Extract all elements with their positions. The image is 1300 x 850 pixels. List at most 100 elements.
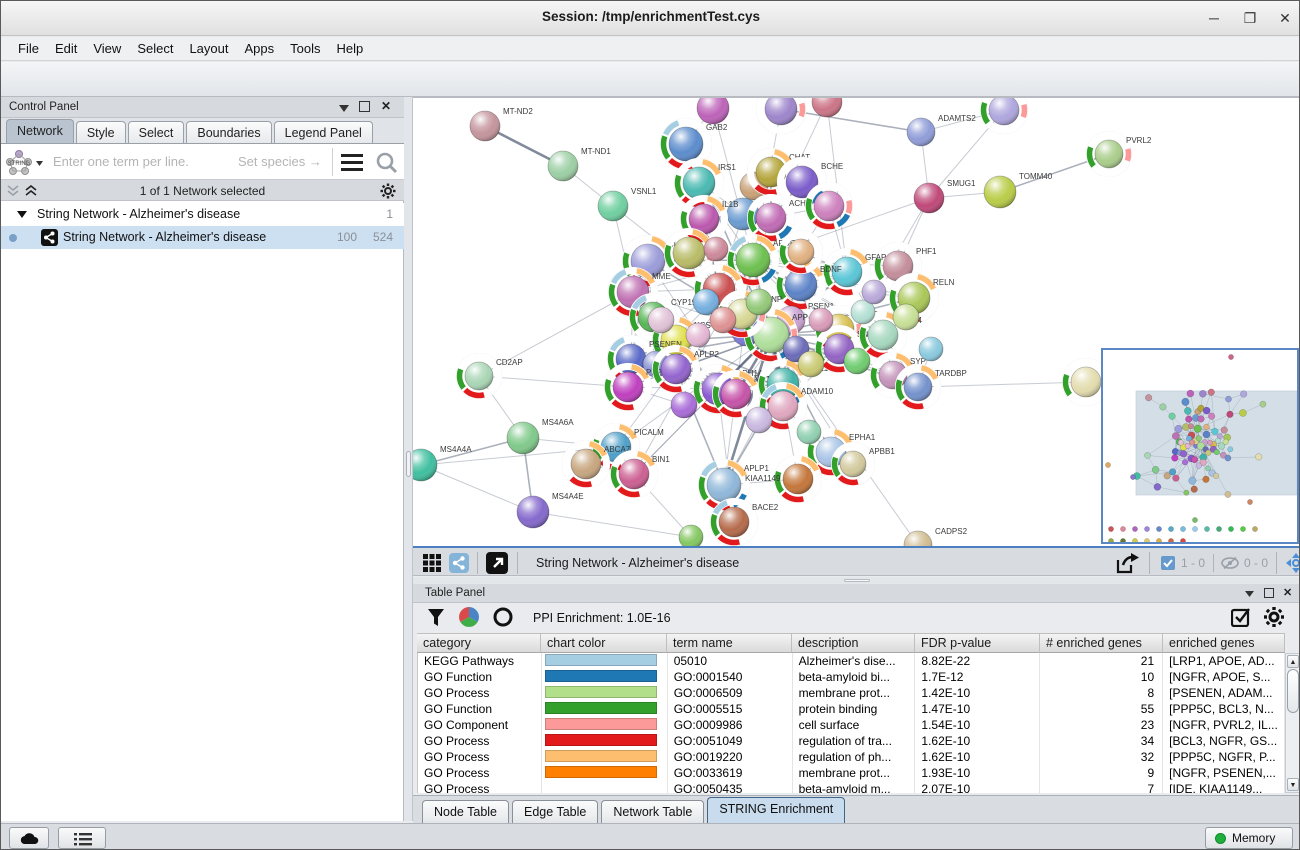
species-hint[interactable]: Set species →: [238, 154, 322, 169]
table-row[interactable]: GO FunctionGO:0001540beta-amyloid bi...1…: [418, 669, 1285, 685]
memory-button[interactable]: Memory: [1205, 827, 1293, 849]
network-edge-count: 524: [367, 230, 393, 244]
query-options-icon[interactable]: [341, 153, 363, 171]
svg-text:MS4A6A: MS4A6A: [542, 418, 574, 427]
splitter-grip[interactable]: [844, 579, 870, 582]
selected-count-badge: 1 - 0: [1181, 556, 1205, 570]
table-row[interactable]: GO FunctionGO:0005515protein binding1.47…: [418, 701, 1285, 717]
svg-text:RELN: RELN: [933, 278, 955, 287]
string-protein-query-icon[interactable]: STRING: [5, 149, 45, 175]
search-icon[interactable]: [375, 151, 399, 175]
table-row[interactable]: GO ComponentGO:0009986cell surface1.54E-…: [418, 717, 1285, 733]
scroll-up-button[interactable]: ▲: [1287, 655, 1299, 668]
chart-color-cell: [542, 733, 668, 749]
tab-network[interactable]: Network: [6, 119, 74, 143]
float-window-icon[interactable]: [359, 101, 370, 112]
table-cell: 05010: [668, 653, 793, 669]
chart-color-cell: [542, 781, 668, 793]
enrichment-toolbar: PPI Enrichment: 1.0E-16: [413, 603, 1300, 633]
table-cell: [PPP5C, BCL3, N...: [1163, 701, 1285, 717]
network-view-title: String Network - Alzheimer's disease: [536, 556, 739, 570]
menu-select[interactable]: Select: [130, 39, 180, 58]
share-view-icon[interactable]: [449, 553, 469, 573]
tab-edge-table[interactable]: Edge Table: [512, 800, 598, 823]
network-node-count: 100: [331, 230, 357, 244]
table-row[interactable]: GO ProcessGO:0033619membrane prot...1.93…: [418, 765, 1285, 781]
table-row[interactable]: GO ProcessGO:0050435beta-amyloid m...2.0…: [418, 781, 1285, 793]
float-menu-icon[interactable]: [339, 105, 349, 112]
table-row[interactable]: GO ProcessGO:0019220regulation of ph...1…: [418, 749, 1285, 765]
navigator-toggle-icon[interactable]: [1285, 552, 1300, 574]
menu-tools[interactable]: Tools: [283, 39, 327, 58]
tab-legend-panel[interactable]: Legend Panel: [274, 121, 373, 143]
ring-chart-icon[interactable]: [493, 607, 513, 627]
float-menu-icon[interactable]: [1245, 591, 1254, 597]
menu-apps[interactable]: Apps: [238, 39, 282, 58]
column-header[interactable]: category: [417, 633, 541, 653]
menu-help[interactable]: Help: [330, 39, 371, 58]
svg-text:PVRL2: PVRL2: [1126, 136, 1152, 145]
panel-splitter[interactable]: [404, 97, 413, 821]
float-window-icon[interactable]: [1264, 588, 1274, 598]
scrollbar-thumb[interactable]: [1287, 669, 1299, 713]
column-header[interactable]: FDR p-value: [915, 633, 1040, 653]
table-panel-title: Table Panel: [425, 587, 485, 599]
table-row[interactable]: GO ProcessGO:0006509membrane prot...1.42…: [418, 685, 1285, 701]
pie-chart-icon[interactable]: [459, 607, 479, 627]
column-header[interactable]: enriched genes: [1163, 633, 1285, 653]
column-header[interactable]: chart color: [541, 633, 667, 653]
svg-text:MT-ND1: MT-ND1: [581, 147, 611, 156]
column-header[interactable]: # enriched genes: [1040, 633, 1163, 653]
filter-icon[interactable]: [427, 608, 445, 627]
horizontal-splitter[interactable]: [413, 577, 1300, 584]
network-name: String Network - Alzheimer's disease: [63, 230, 266, 244]
detach-view-icon[interactable]: [486, 552, 508, 574]
svg-text:CD2AP: CD2AP: [496, 358, 523, 367]
gear-icon[interactable]: [1263, 606, 1285, 628]
menu-edit[interactable]: Edit: [48, 39, 84, 58]
column-header[interactable]: description: [792, 633, 915, 653]
close-panel-icon[interactable]: ✕: [1283, 586, 1292, 599]
string-query-placeholder[interactable]: Enter one term per line.: [53, 154, 189, 169]
close-button[interactable]: ✕: [1272, 8, 1298, 28]
divider: [332, 148, 333, 176]
gear-icon[interactable]: [380, 183, 396, 199]
navigator-graph[interactable]: [1103, 350, 1297, 542]
network-collection-row[interactable]: String Network - Alzheimer's disease 1: [1, 203, 404, 226]
splitter-grip[interactable]: [406, 451, 411, 477]
table-row[interactable]: GO ProcessGO:0051049regulation of tra...…: [418, 733, 1285, 749]
ppi-enrichment-label: PPI Enrichment: 1.0E-16: [533, 611, 671, 625]
select-columns-icon[interactable]: [1231, 607, 1251, 627]
table-row[interactable]: KEGG Pathways05010Alzheimer's dise...8.8…: [418, 653, 1285, 669]
grid-view-icon[interactable]: [423, 554, 441, 572]
cloud-button[interactable]: [9, 827, 49, 849]
minimize-button[interactable]: ─: [1201, 8, 1227, 28]
tab-style[interactable]: Style: [76, 121, 126, 143]
string-network-icon: [41, 229, 58, 246]
control-panel-header: Control Panel ✕: [1, 97, 404, 118]
maximize-button[interactable]: ❐: [1237, 8, 1263, 28]
table-scrollbar[interactable]: ▲ ▼: [1285, 653, 1300, 793]
table-cell: GO Process: [418, 765, 542, 781]
svg-text:CADPS2: CADPS2: [935, 527, 968, 536]
table-cell: beta-amyloid m...: [793, 781, 916, 793]
export-network-icon[interactable]: [1116, 552, 1140, 574]
menu-view[interactable]: View: [86, 39, 128, 58]
menu-file[interactable]: File: [11, 39, 46, 58]
tab-boundaries[interactable]: Boundaries: [186, 121, 271, 143]
menu-layout[interactable]: Layout: [182, 39, 235, 58]
column-header[interactable]: term name: [667, 633, 792, 653]
tab-select[interactable]: Select: [128, 121, 185, 143]
tab-network-table[interactable]: Network Table: [601, 800, 704, 823]
tab-string-enrichment[interactable]: STRING Enrichment: [707, 797, 845, 823]
birds-eye-navigator[interactable]: [1101, 348, 1299, 544]
close-panel-icon[interactable]: ✕: [381, 99, 391, 113]
control-panel-tabs: NetworkStyleSelectBoundariesLegend Panel: [1, 118, 404, 144]
network-row-selected[interactable]: String Network - Alzheimer's disease 100…: [1, 226, 404, 249]
tab-node-table[interactable]: Node Table: [422, 800, 509, 823]
table-cell: GO:0006509: [668, 685, 793, 701]
task-history-button[interactable]: [58, 827, 106, 849]
table-cell: GO Process: [418, 749, 542, 765]
scroll-down-button[interactable]: ▼: [1287, 778, 1299, 791]
collection-expander-icon[interactable]: [17, 211, 27, 218]
